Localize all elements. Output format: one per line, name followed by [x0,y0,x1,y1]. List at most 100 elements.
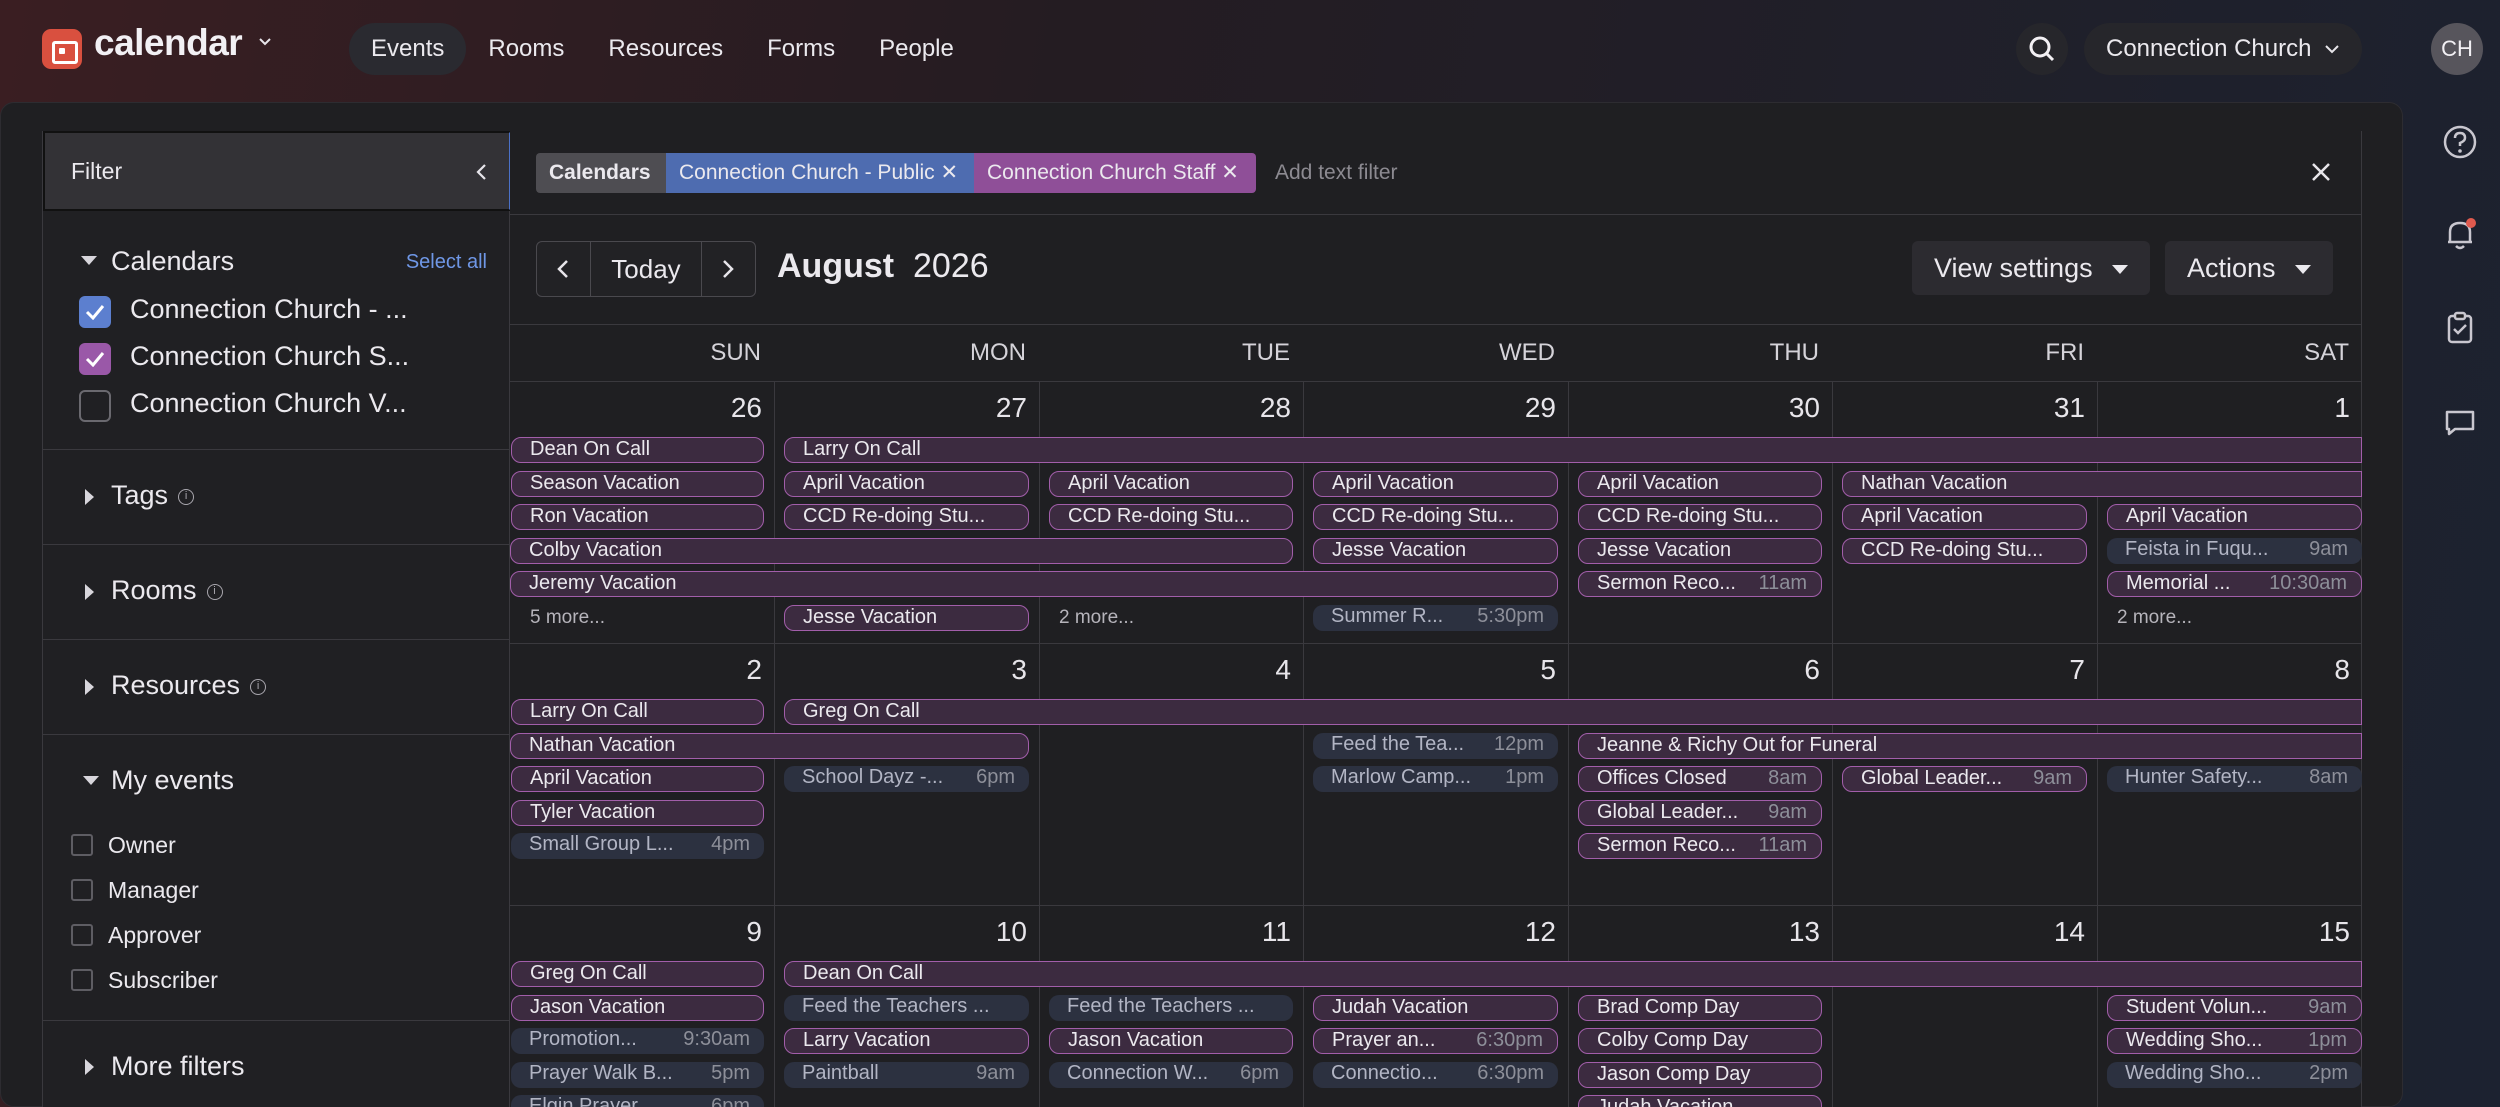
manager-checkbox[interactable] [71,879,93,901]
event-pill[interactable]: April Vacation [1578,470,1822,497]
tags-section[interactable]: Tags i [43,449,511,544]
day-number[interactable]: 31 [1832,392,2085,424]
event-pill[interactable]: Sermon Reco... 11am [1578,571,1822,597]
event-pill[interactable]: Ron Vacation [511,504,764,530]
filter-chip-staff[interactable]: Connection Church Staff ✕ [974,153,1256,193]
add-text-filter-input[interactable]: Add text filter [1275,161,1398,185]
event-pill[interactable]: Prayer Walk B... 5pm [511,1061,764,1088]
user-avatar[interactable]: CH [2431,23,2483,75]
event-pill[interactable]: Judah Vacation [1578,1095,1822,1107]
select-all-link[interactable]: Select all [406,251,487,274]
event-pill[interactable]: Feed the Teachers ... [1049,994,1293,1021]
event-pill[interactable]: Season Vacation [511,470,764,497]
close-icon[interactable]: ✕ [1221,161,1239,184]
rooms-section[interactable]: Rooms i [43,544,511,639]
approver-checkbox[interactable] [71,924,93,946]
today-button[interactable]: Today [590,241,702,297]
day-number[interactable]: 5 [1303,654,1556,686]
event-pill[interactable]: Global Leader... 9am [1578,799,1822,826]
event-pill[interactable]: Jesse Vacation [1578,537,1822,564]
day-number[interactable]: 27 [774,392,1027,424]
day-number[interactable]: 28 [1039,392,1291,424]
event-pill[interactable]: Feista in Fuqu... 9am [2107,537,2362,564]
event-pill[interactable]: Offices Closed 8am [1578,766,1822,792]
event-pill[interactable]: Brad Comp Day [1578,994,1822,1021]
event-pill[interactable]: April Vacation [511,766,764,792]
day-number[interactable]: 30 [1568,392,1820,424]
event-pill[interactable]: Paintball 9am [784,1061,1029,1088]
event-pill[interactable]: Larry On Call [511,699,764,725]
event-pill[interactable]: Larry Vacation [784,1028,1029,1054]
event-pill[interactable]: Global Leader... 9am [1842,766,2087,792]
info-icon[interactable]: i [250,678,267,695]
more-filters-section[interactable]: More filters [43,1020,511,1107]
event-pill[interactable]: Tyler Vacation [511,799,764,826]
event-pill[interactable]: Jeanne & Richy Out for Funeral [1578,732,2362,759]
event-pill[interactable]: Prayer an... 6:30pm [1313,1028,1558,1054]
checkbox-checked[interactable] [79,296,111,328]
filter-chip-public[interactable]: Connection Church - Public ✕ [666,153,984,193]
event-pill[interactable]: Elgin Prayer... 6pm [511,1095,764,1107]
event-pill[interactable]: Hunter Safety... 8am [2107,766,2362,792]
day-number[interactable]: 2 [510,654,762,686]
event-pill[interactable]: April Vacation [1049,470,1293,497]
app-name[interactable]: calendar [94,22,243,64]
more-events-link[interactable]: 2 more... [1059,607,1134,629]
subscriber-checkbox[interactable] [71,969,93,991]
event-pill[interactable]: CCD Re-doing Stu... [784,504,1029,530]
event-pill[interactable]: Sermon Reco... 11am [1578,833,1822,859]
close-icon[interactable]: ✕ [940,161,958,184]
event-pill[interactable]: Jason Vacation [511,994,764,1021]
event-pill[interactable]: CCD Re-doing Stu... [1313,504,1558,530]
checkbox-checked[interactable] [79,343,111,375]
close-icon[interactable] [2310,161,2332,183]
day-number[interactable]: 10 [774,916,1027,948]
event-pill[interactable]: Larry On Call [784,437,2362,463]
day-number[interactable]: 13 [1568,916,1820,948]
event-pill[interactable]: Feed the Tea... 12pm [1313,732,1558,759]
day-number[interactable]: 12 [1303,916,1556,948]
day-number[interactable]: 7 [1832,654,2085,686]
event-pill[interactable]: Feed the Teachers ... [784,994,1029,1021]
event-pill[interactable]: Promotion... 9:30am [511,1028,764,1054]
nav-events[interactable]: Events [349,23,467,75]
event-pill[interactable]: Jason Comp Day [1578,1061,1822,1088]
help-icon[interactable] [2440,122,2480,162]
chevron-left-icon[interactable] [475,163,487,181]
event-pill[interactable]: April Vacation [1313,470,1558,497]
event-pill[interactable]: Marlow Camp... 1pm [1313,766,1558,792]
event-pill[interactable]: Connection W... 6pm [1049,1061,1293,1088]
event-pill[interactable]: Dean On Call [511,437,764,463]
notifications-bell-icon[interactable] [2440,214,2480,254]
event-pill[interactable]: Judah Vacation [1313,994,1558,1021]
view-settings-button[interactable]: View settings [1912,241,2150,295]
event-pill[interactable]: April Vacation [1842,504,2087,530]
event-pill[interactable]: Connectio... 6:30pm [1313,1061,1558,1088]
day-number[interactable]: 8 [2097,654,2350,686]
checkbox-unchecked[interactable] [79,390,111,422]
resources-section[interactable]: Resources i [43,639,511,734]
event-pill[interactable]: Jason Vacation [1049,1028,1293,1054]
prev-month-button[interactable] [536,241,591,297]
event-pill[interactable]: Colby Vacation [510,537,1293,564]
event-pill[interactable]: School Dayz -... 6pm [784,766,1029,792]
day-number[interactable]: 11 [1039,916,1291,948]
next-month-button[interactable] [701,241,756,297]
chevron-down-icon[interactable] [258,35,272,49]
event-pill[interactable]: Dean On Call [784,961,2362,987]
calendar-logo-icon[interactable] [42,29,82,69]
event-pill[interactable]: April Vacation [2107,504,2362,530]
event-pill[interactable]: Nathan Vacation [1842,470,2362,497]
day-number[interactable]: 3 [774,654,1027,686]
more-events-link[interactable]: 5 more... [530,607,605,629]
day-number[interactable]: 26 [510,392,762,424]
day-number[interactable]: 15 [2097,916,2350,948]
caret-down-icon[interactable] [81,256,97,265]
organization-switcher[interactable]: Connection Church [2084,23,2362,75]
event-pill[interactable]: Greg On Call [511,961,764,987]
event-pill[interactable]: Wedding Sho... 2pm [2107,1061,2362,1088]
event-pill[interactable]: Jesse Vacation [1313,537,1558,564]
filter-header[interactable]: Filter [43,131,511,211]
event-pill[interactable]: Summer R... 5:30pm [1313,604,1558,631]
day-number[interactable]: 4 [1039,654,1291,686]
